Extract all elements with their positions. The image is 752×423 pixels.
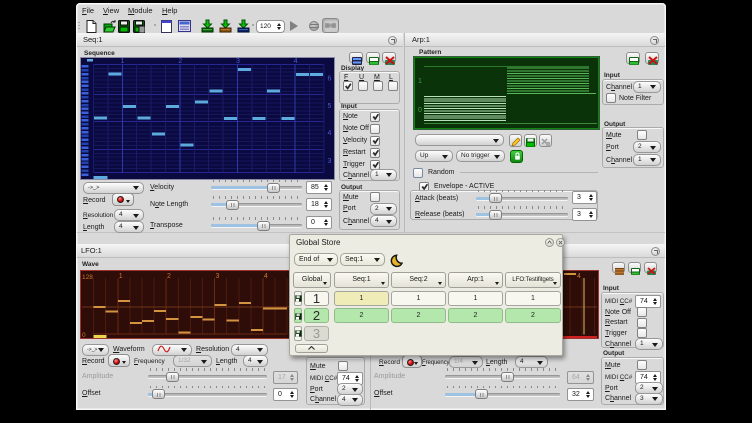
svg-text:3: 3 [215, 273, 219, 280]
svg-text:4: 4 [577, 273, 581, 280]
svg-text:3: 3 [328, 158, 332, 165]
svg-text:0: 0 [418, 107, 422, 114]
svg-text:5: 5 [328, 103, 332, 110]
svg-text:4: 4 [264, 273, 268, 280]
svg-text:6: 6 [328, 76, 332, 83]
svg-text:128: 128 [82, 274, 93, 281]
svg-text:1: 1 [119, 273, 123, 280]
svg-text:0: 0 [82, 332, 86, 339]
svg-text:3: 3 [236, 58, 240, 65]
svg-text:2: 2 [178, 58, 182, 65]
svg-text:2: 2 [167, 273, 171, 280]
svg-text:1: 1 [121, 58, 125, 65]
svg-text:1: 1 [418, 78, 422, 85]
svg-text:4: 4 [328, 130, 332, 137]
svg-text:4: 4 [294, 58, 298, 65]
